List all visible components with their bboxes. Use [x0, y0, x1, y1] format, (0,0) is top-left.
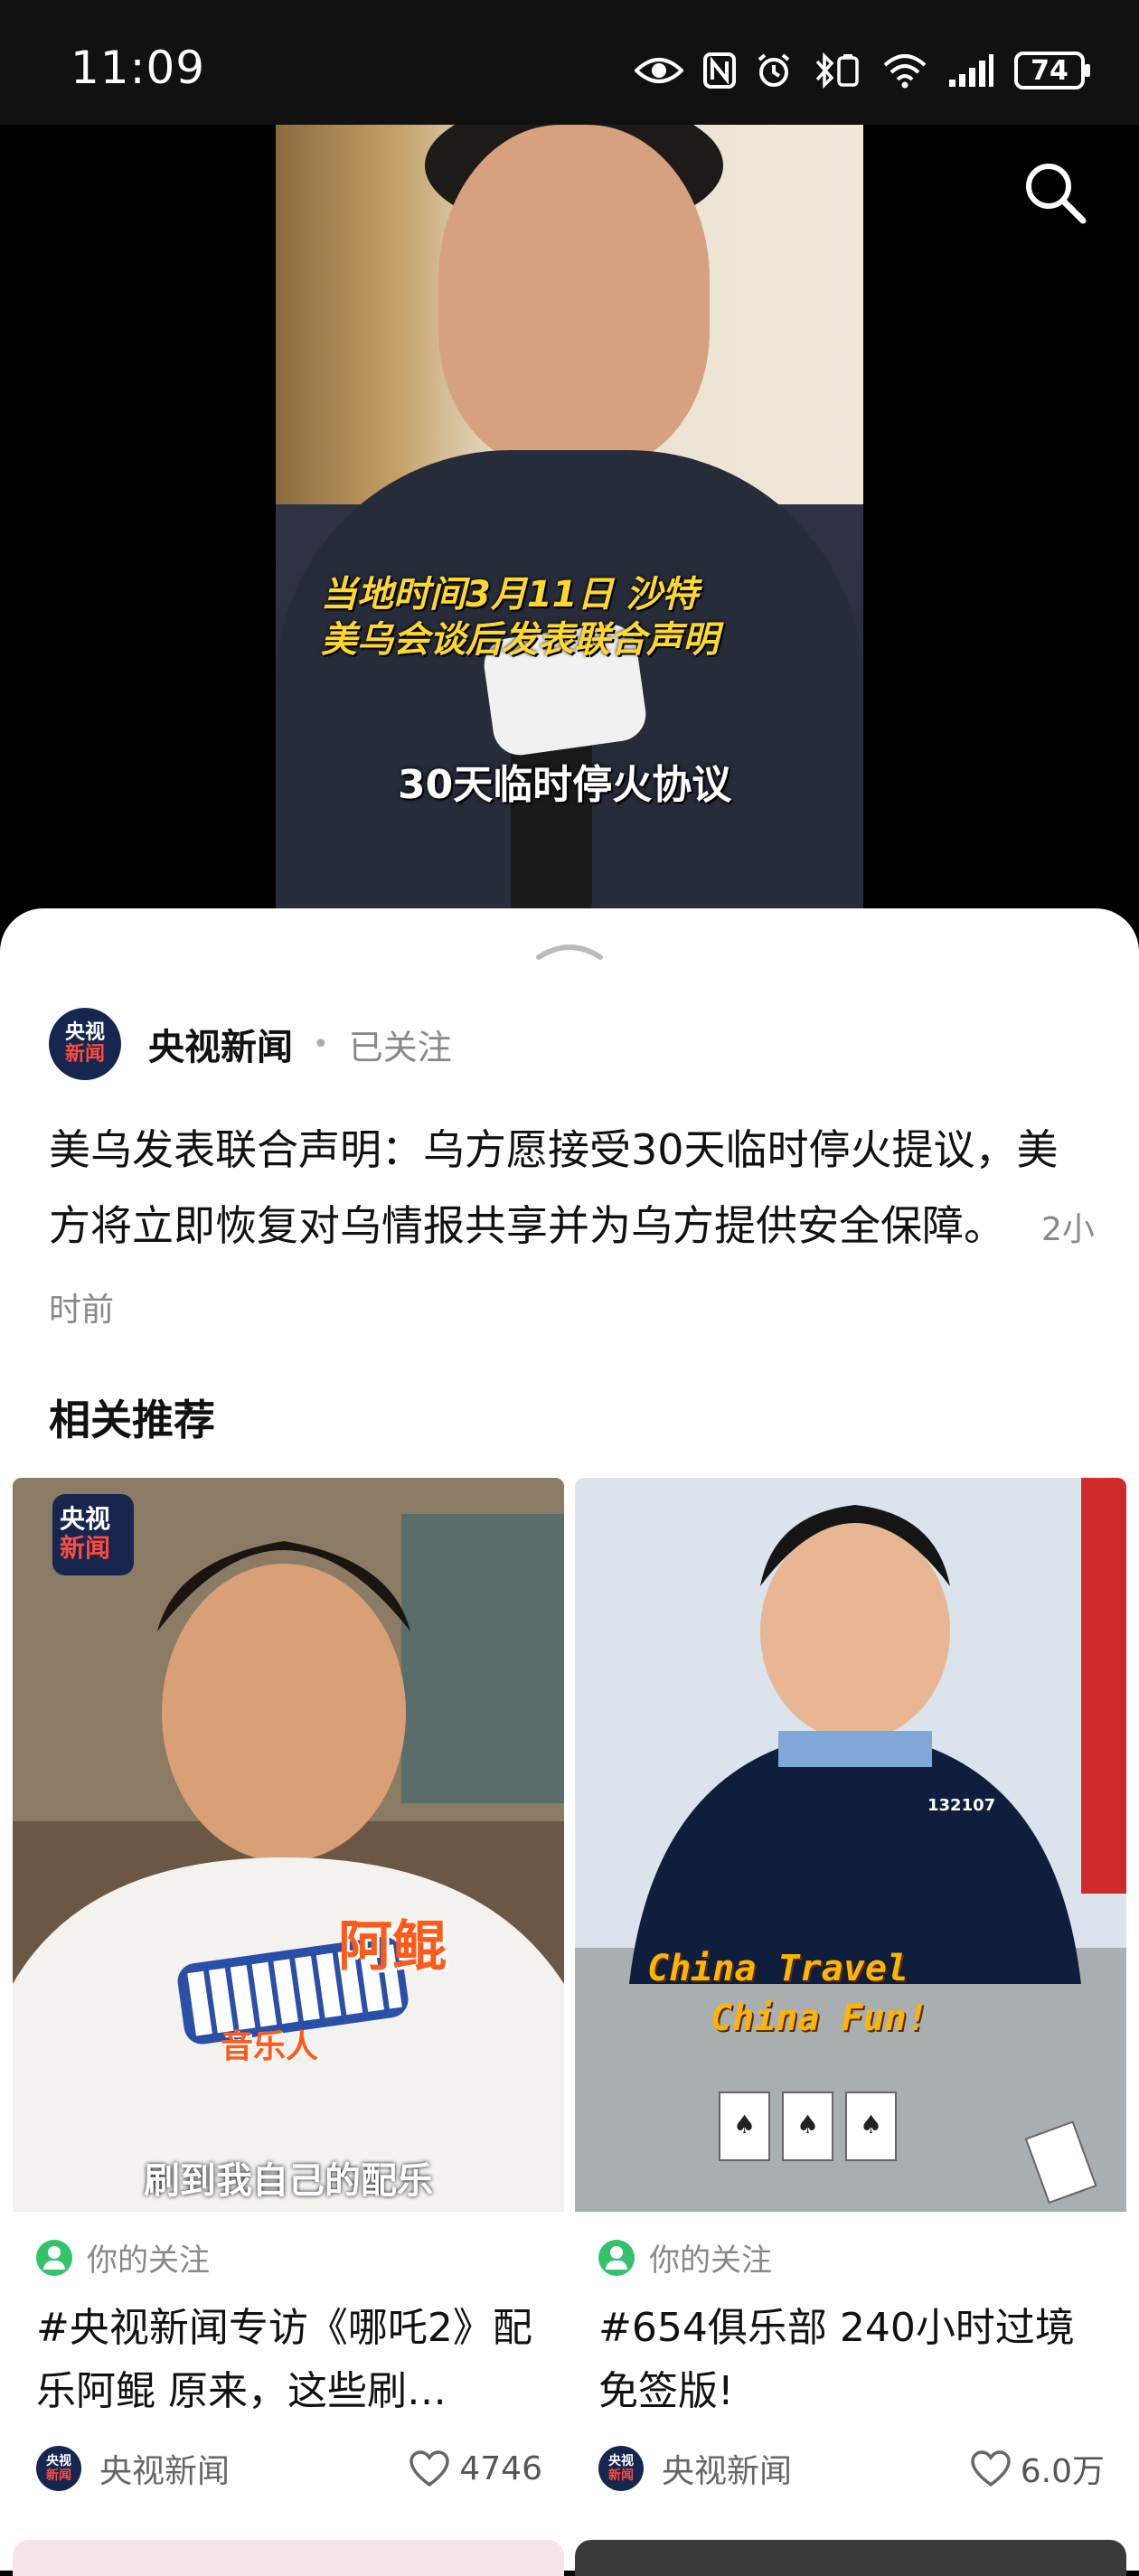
- badge-text-top: 央视: [60, 1504, 111, 1534]
- nfc-icon: [703, 52, 736, 89]
- thumb-name-text: 阿鲲: [338, 1915, 447, 1979]
- next-card-peek: [13, 2540, 564, 2576]
- battery-indicator: 74: [1014, 52, 1090, 89]
- mini-avatar-top: 央视: [46, 2454, 71, 2468]
- card-footer: 央视 新闻 央视新闻 4746: [36, 2445, 542, 2492]
- channel-badge: 央视 新闻: [60, 1505, 110, 1563]
- mini-avatar-bottom: 新闻: [46, 2468, 71, 2483]
- card-tag-label: 你的关注: [649, 2242, 772, 2279]
- like-count: 6.0万: [1020, 2453, 1105, 2490]
- thumb-role-text: 音乐人: [221, 2028, 319, 2065]
- svg-text:♠: ♠: [733, 2110, 756, 2139]
- search-button[interactable]: [1020, 157, 1088, 226]
- user-check-icon: [598, 2239, 635, 2276]
- bluetooth-battery-icon: [812, 52, 862, 89]
- card-author-avatar: 央视 新闻: [36, 2446, 81, 2491]
- video-caption-line2: 美乌会谈后发表联合声明: [321, 619, 719, 661]
- detail-sheet: 央视 新闻 央视新闻 • 已关注 美乌发表联合声明：乌方愿接受30天临时停火提议…: [0, 908, 1139, 2576]
- separator-dot: •: [313, 1028, 329, 1060]
- chevron-up-icon: [536, 945, 603, 960]
- card-title: #654俱乐部 240小时过境免签版!: [598, 2305, 1075, 2414]
- card-author-name: 央视新闻: [99, 2453, 231, 2490]
- card-tag: 你的关注: [36, 2235, 210, 2280]
- card-thumbnail: ♠ ♠ ♠ China Travel China Fun! 132107: [575, 1478, 1126, 2212]
- video-caption-bottom: 30天临时停火协议: [398, 762, 732, 808]
- follow-status[interactable]: 已关注: [349, 1020, 452, 1069]
- avatar-text-top: 央视: [64, 1021, 105, 1044]
- author-avatar[interactable]: 央视 新闻: [49, 1008, 121, 1080]
- next-card-peek: [575, 2540, 1126, 2576]
- sheet-handle[interactable]: [533, 937, 606, 966]
- card-author-avatar: 央视 新闻: [598, 2446, 644, 2491]
- alarm-icon: [756, 52, 792, 89]
- svg-text:♠: ♠: [796, 2110, 819, 2139]
- description-text: 美乌发表联合声明：乌方愿接受30天临时停火提议，美方将立即恢复对乌情报共享并为乌…: [49, 1125, 1059, 1250]
- video-person-face: [438, 125, 710, 468]
- author-name[interactable]: 央视新闻: [148, 1018, 293, 1070]
- card-title: #央视新闻专访《哪吒2》配乐阿鲲 原来，这些刷…: [36, 2305, 532, 2414]
- status-time: 11:09: [71, 42, 206, 94]
- heart-icon: [409, 2450, 450, 2487]
- card-thumbnail: 央视 新闻 阿鲲 音乐人 刷到我自己的配乐: [13, 1478, 564, 2212]
- badge-text-bottom: 新闻: [60, 1533, 111, 1563]
- user-check-icon: [36, 2239, 72, 2276]
- police-badge-number: 132107: [927, 1796, 996, 1815]
- like-button[interactable]: 4746: [409, 2449, 542, 2487]
- card-tag: 你的关注: [598, 2235, 772, 2280]
- like-count: 4746: [459, 2449, 542, 2487]
- section-title: 相关推荐: [49, 1396, 215, 1444]
- thumb-line2: China Fun!: [711, 1998, 928, 2039]
- recommend-card[interactable]: ♠ ♠ ♠ China Travel China Fun! 132107 你的关注 …: [575, 1478, 1126, 2526]
- wifi-icon: [882, 52, 927, 89]
- avatar-text-bottom: 新闻: [64, 1043, 105, 1066]
- eye-icon: [635, 54, 683, 87]
- card-author-name: 央视新闻: [662, 2453, 793, 2490]
- status-icons: 74: [635, 45, 1090, 96]
- card-tag-label: 你的关注: [87, 2242, 210, 2279]
- mini-avatar-bottom: 新闻: [608, 2468, 634, 2483]
- search-icon: [1026, 164, 1087, 224]
- author-row: 央视 新闻 央视新闻 • 已关注: [49, 1008, 452, 1080]
- thumb-line1: China Travel: [647, 1948, 908, 1989]
- card-footer: 央视 新闻 央视新闻 6.0万: [598, 2445, 1105, 2492]
- post-description: 美乌发表联合声明：乌方愿接受30天临时停火提议，美方将立即恢复对乌情报共享并为乌…: [49, 1112, 1097, 1349]
- thumb-subtitle: 刷到我自己的配乐: [144, 2160, 433, 2202]
- heart-icon: [970, 2450, 1011, 2487]
- like-button[interactable]: 6.0万: [970, 2445, 1105, 2492]
- recommend-card[interactable]: 央视 新闻 阿鲲 音乐人 刷到我自己的配乐 你的关注 #央视新闻专访《哪吒2》配…: [13, 1478, 564, 2526]
- status-bar: 11:09 74: [0, 0, 1139, 125]
- svg-text:♠: ♠: [860, 2110, 882, 2139]
- mini-avatar-top: 央视: [608, 2454, 634, 2468]
- signal-icon: [947, 52, 994, 89]
